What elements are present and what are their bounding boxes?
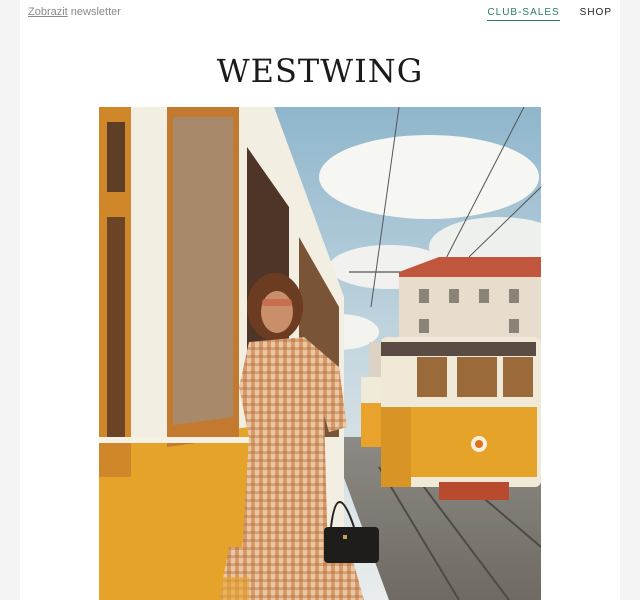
- tram-accent: [99, 577, 249, 600]
- building-window: [509, 319, 519, 333]
- top-bar: Zobrazit newsletter CLUB-SALES SHOP: [20, 0, 620, 30]
- hero-illustration: [99, 107, 541, 600]
- nav-shop-link[interactable]: SHOP: [580, 7, 612, 21]
- building-window: [419, 289, 429, 303]
- building-window: [419, 319, 429, 333]
- newsletter-page: Zobrazit newsletter CLUB-SALES SHOP WEST…: [20, 0, 620, 600]
- building-window: [449, 289, 459, 303]
- right-tram: [381, 337, 541, 500]
- view-newsletter-suffix: newsletter: [67, 6, 121, 18]
- building-window: [479, 289, 489, 303]
- view-newsletter-text: Zobrazit newsletter: [28, 6, 121, 18]
- view-newsletter-link[interactable]: Zobrazit: [28, 6, 68, 18]
- building-window: [509, 289, 519, 303]
- top-nav: CLUB-SALES SHOP: [487, 7, 612, 21]
- brand-logo[interactable]: WESTWING: [20, 52, 620, 90]
- nav-club-sales-link[interactable]: CLUB-SALES: [487, 7, 560, 21]
- hero-image[interactable]: [99, 107, 541, 600]
- cloud: [319, 135, 539, 219]
